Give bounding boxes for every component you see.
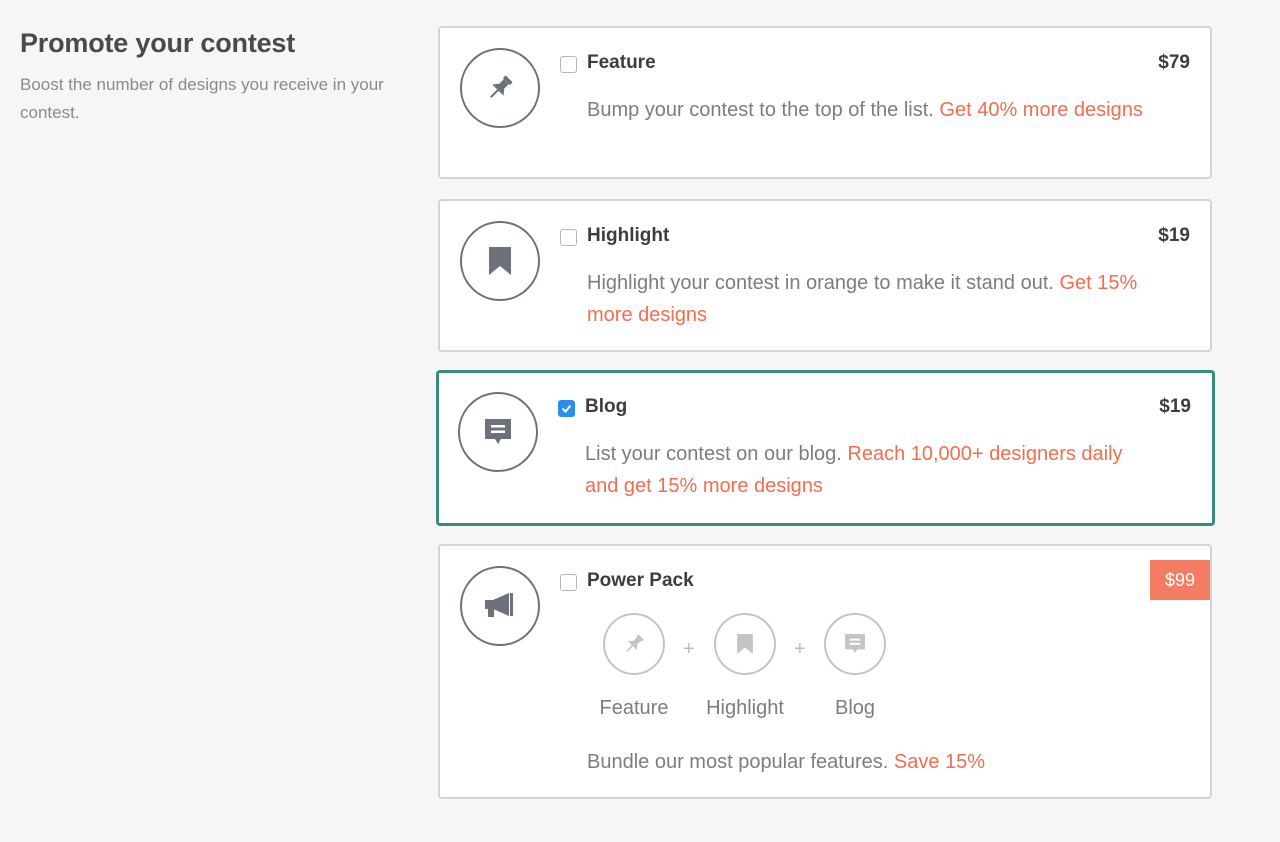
bookmark-icon: [714, 613, 776, 675]
plus-sign: +: [794, 638, 806, 660]
option-description: Bump your contest to the top of the list…: [587, 94, 1147, 126]
feature-checkbox[interactable]: [560, 56, 577, 73]
blog-comment-icon: [458, 392, 538, 472]
option-card-highlight[interactable]: Highlight $19 Highlight your contest in …: [438, 199, 1212, 352]
option-description: Highlight your contest in orange to make…: [587, 267, 1147, 331]
promote-intro: Promote your contest Boost the number of…: [20, 28, 400, 127]
page-subtitle: Boost the number of designs you receive …: [20, 75, 384, 122]
page-title: Promote your contest: [20, 28, 296, 58]
description-benefit: Get 40% more designs: [939, 99, 1143, 121]
description-text: Bump your contest to the top of the list…: [587, 99, 940, 121]
option-title: Power Pack: [587, 570, 694, 591]
bundle-item-feature: Feature: [589, 613, 679, 720]
highlight-checkbox[interactable]: [560, 229, 577, 246]
option-title: Highlight: [587, 225, 670, 246]
option-title: Blog: [585, 396, 628, 417]
option-description: List your contest on our blog. Reach 10,…: [585, 438, 1145, 502]
description-text: Highlight your contest in orange to make…: [587, 272, 1060, 294]
bundle-label: Feature: [599, 697, 669, 719]
bundle-label: Blog: [834, 697, 876, 719]
power-pack-checkbox[interactable]: [560, 574, 577, 591]
description-text: List your contest on our blog.: [585, 443, 848, 465]
description-text: Bundle our most popular features.: [587, 751, 894, 773]
pin-icon: [460, 48, 540, 128]
pin-icon: [603, 613, 665, 675]
plus-sign: +: [683, 638, 695, 660]
megaphone-icon: [460, 566, 540, 646]
option-price: $19: [1159, 396, 1191, 417]
option-title: Feature: [587, 52, 656, 73]
option-price: $79: [1158, 52, 1190, 73]
blog-comment-icon: [824, 613, 886, 675]
check-icon: [561, 404, 572, 413]
option-card-blog[interactable]: Blog $19 List your contest on our blog. …: [436, 370, 1215, 526]
bundle-item-highlight: Highlight: [700, 613, 790, 720]
blog-checkbox[interactable]: [558, 400, 575, 417]
bundle-label: Highlight: [706, 697, 784, 719]
option-card-power-pack[interactable]: Power Pack $99 Feature + Highlight + Blo…: [438, 544, 1212, 799]
description-benefit: Save 15%: [893, 751, 986, 773]
price-badge: $99: [1150, 560, 1210, 600]
bundle-item-blog: Blog: [810, 613, 900, 720]
bookmark-icon: [460, 221, 540, 301]
option-card-feature[interactable]: Feature $79 Bump your contest to the top…: [438, 26, 1212, 179]
option-price: $19: [1158, 225, 1190, 246]
option-description: Bundle our most popular features. Save 1…: [587, 746, 1147, 778]
